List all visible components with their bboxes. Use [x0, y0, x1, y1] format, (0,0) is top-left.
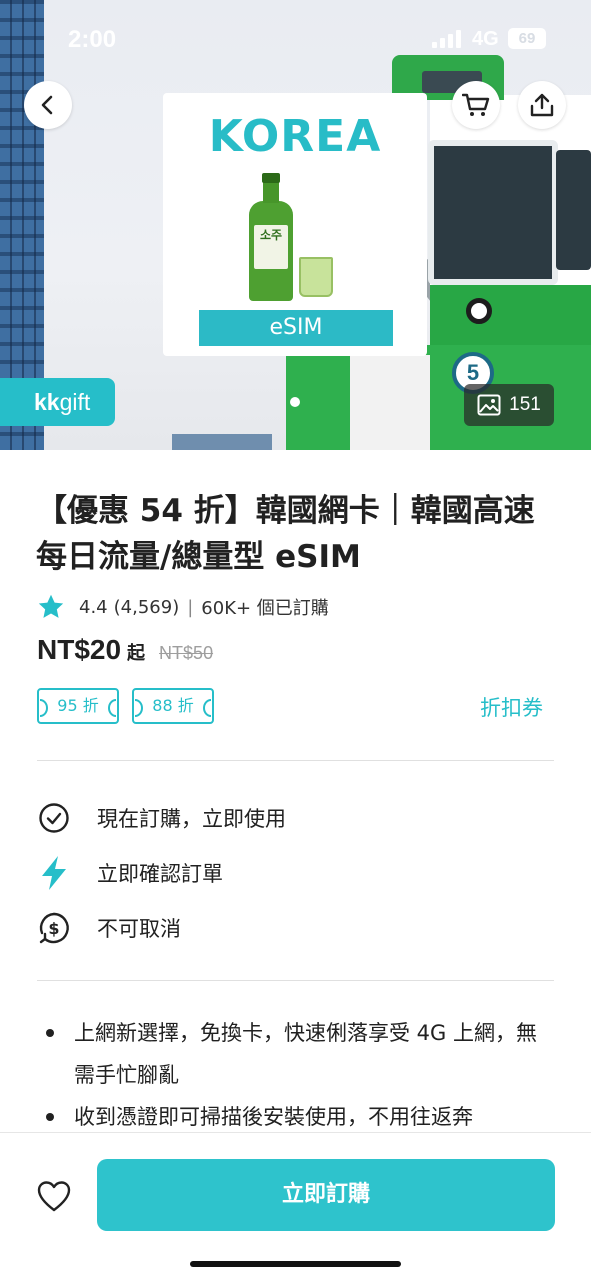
building-small [172, 434, 272, 450]
feature-instant-use: 現在訂購，立即使用 [37, 800, 286, 836]
separator: | [187, 596, 194, 618]
soju-bottle-icon: 소주 [249, 173, 293, 301]
coupon-88[interactable]: 88 折 [132, 688, 214, 724]
divider [37, 980, 554, 981]
photo-count: 151 [509, 394, 541, 415]
status-time: 2:00 [68, 26, 117, 53]
highlights-list: 上網新選擇，免換卡，快速俐落享受 4G 上網，無需手忙腳亂 收到憑證即可掃描後安… [46, 1012, 556, 1138]
home-indicator [190, 1261, 401, 1267]
rating-value: 4.4 [79, 596, 108, 618]
product-card: KOREA 소주 eSIM [163, 93, 427, 356]
share-button[interactable] [518, 81, 566, 129]
signal-icon [432, 30, 464, 48]
kkgift-logo: kkgift [0, 378, 115, 426]
carousel-dot[interactable] [290, 397, 300, 407]
rating-row[interactable]: 4.4 (4,569) | 60K+ 個已訂購 [37, 592, 329, 622]
esim-badge: eSIM [199, 310, 393, 346]
share-icon [530, 93, 554, 117]
coupon-link[interactable]: 折扣券 [480, 692, 543, 722]
back-button[interactable] [24, 81, 72, 129]
no-refund-icon: $ [37, 911, 71, 945]
cart-icon [462, 93, 490, 116]
price-suffix: 起 [127, 643, 146, 664]
glass-icon [299, 257, 333, 297]
product-card-title: KOREA [208, 111, 382, 162]
booked-count: 60K+ 個已訂購 [201, 598, 329, 619]
tram-side-window [556, 150, 591, 270]
feature-no-cancel: $ 不可取消 [37, 910, 181, 946]
price: NT$20 [37, 634, 122, 665]
list-item: 上網新選擇，免換卡，快速俐落享受 4G 上網，無需手忙腳亂 [46, 1012, 556, 1096]
feature-label: 不可取消 [97, 917, 181, 941]
price-row: NT$20 起 NT$50 [37, 634, 213, 670]
network-type: 4G [472, 28, 499, 50]
battery-icon: 69 [508, 28, 546, 49]
feature-label: 立即確認訂單 [97, 862, 223, 886]
star-icon [38, 594, 64, 618]
heart-icon[interactable] [36, 1179, 72, 1215]
soju-label: 소주 [254, 225, 288, 269]
lightning-icon [37, 856, 71, 890]
tram-band [430, 285, 591, 345]
image-icon [477, 394, 501, 416]
cart-button[interactable] [452, 81, 500, 129]
status-bar: 2:00 4G 69 [0, 0, 591, 80]
feature-instant-confirm: 立即確認訂單 [37, 855, 223, 891]
chevron-left-icon [41, 95, 53, 115]
feature-label: 現在訂購，立即使用 [97, 807, 286, 831]
coupon-95[interactable]: 95 折 [37, 688, 119, 724]
tram-cab-window [428, 140, 558, 285]
tram-door [350, 355, 430, 450]
buy-now-button[interactable]: 立即訂購 [97, 1159, 555, 1231]
photo-count-badge[interactable]: 151 [464, 384, 554, 426]
review-count: (4,569) [113, 596, 180, 618]
original-price: NT$50 [159, 643, 214, 663]
divider [37, 760, 554, 761]
svg-text:$: $ [48, 919, 59, 938]
tram-lamp [466, 298, 492, 324]
bottom-bar: 立即訂購 [0, 1132, 591, 1279]
check-circle-icon [37, 801, 71, 835]
product-title: 【優惠 54 折】韓國網卡｜韓國高速每日流量/總量型 eSIM [36, 493, 535, 575]
